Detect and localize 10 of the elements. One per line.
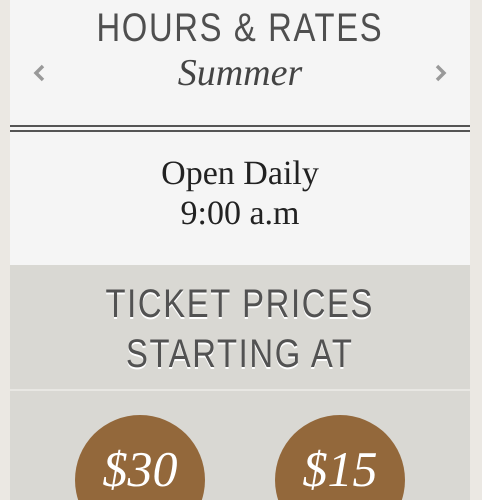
section-title: HOURS & RATES [96,6,384,51]
tickets-heading: TICKET PRICES [106,281,374,328]
price-badge: $15 [275,415,405,500]
chevron-left-icon[interactable] [32,63,46,83]
season-label: Summer [178,51,302,95]
hours-text: Open Daily [161,154,319,194]
hours-text: 9:00 a.m [180,194,300,234]
chevron-right-icon[interactable] [434,63,448,83]
tickets-heading: STARTING AT [126,331,354,378]
price-badge: $30 [75,415,205,500]
